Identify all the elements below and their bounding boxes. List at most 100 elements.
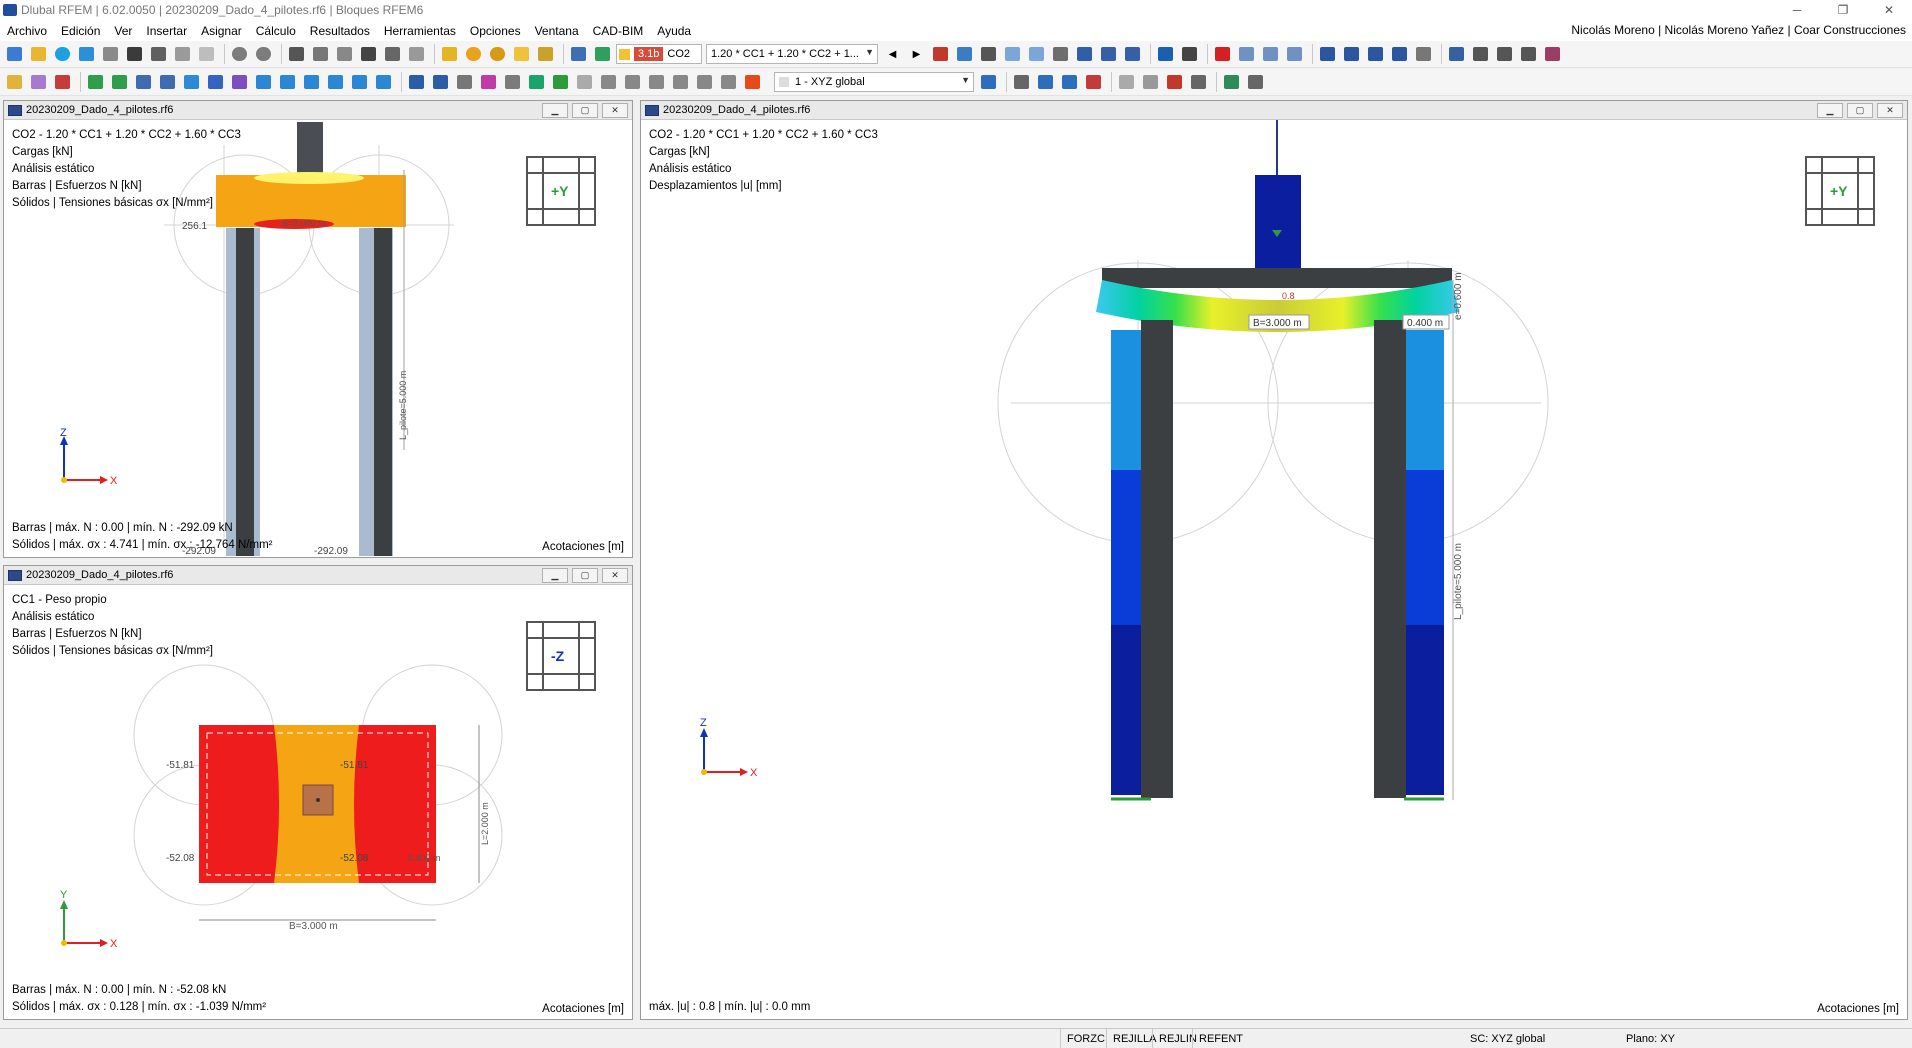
divide-icon[interactable] bbox=[349, 72, 370, 93]
menu-resultados[interactable]: Resultados bbox=[303, 24, 377, 38]
window-icon[interactable] bbox=[1221, 72, 1242, 93]
node-icon[interactable] bbox=[4, 72, 25, 93]
menu-edicion[interactable]: Edición bbox=[54, 24, 107, 38]
surface-icon[interactable] bbox=[181, 72, 202, 93]
load-member-icon[interactable] bbox=[157, 72, 178, 93]
panel-icon[interactable] bbox=[334, 44, 355, 65]
menu-ventana[interactable]: Ventana bbox=[528, 24, 586, 38]
plant-icon[interactable] bbox=[550, 72, 571, 93]
section-insert-icon[interactable] bbox=[253, 72, 274, 93]
camera-icon[interactable] bbox=[1188, 72, 1209, 93]
clip-icon[interactable] bbox=[1179, 44, 1200, 65]
frame-icon[interactable] bbox=[430, 72, 451, 93]
snap-obj-icon[interactable] bbox=[1059, 72, 1080, 93]
menu-herramientas[interactable]: Herramientas bbox=[377, 24, 463, 38]
console-icon[interactable] bbox=[358, 44, 379, 65]
visibility-icon[interactable] bbox=[1098, 44, 1119, 65]
load-icon[interactable] bbox=[463, 44, 484, 65]
panel-minimize-button[interactable]: ▁ bbox=[542, 568, 568, 583]
previous-icon[interactable]: ◀ bbox=[882, 44, 903, 65]
panel-close-button[interactable]: ✕ bbox=[602, 568, 628, 583]
print-report-icon[interactable] bbox=[172, 44, 193, 65]
panel-minimize-button[interactable]: ▁ bbox=[542, 103, 568, 118]
view-cube[interactable]: +Y bbox=[526, 156, 596, 226]
restore-button[interactable]: ❐ bbox=[1820, 0, 1866, 20]
print-icon[interactable] bbox=[148, 44, 169, 65]
open-folder-icon[interactable] bbox=[28, 44, 49, 65]
navigator-icon[interactable] bbox=[286, 44, 307, 65]
values-on-icon[interactable] bbox=[1026, 44, 1047, 65]
table-icon[interactable] bbox=[310, 44, 331, 65]
menu-archivo[interactable]: Archivo bbox=[0, 24, 54, 38]
surface-view-icon[interactable] bbox=[502, 72, 523, 93]
layer-icon[interactable] bbox=[1518, 44, 1539, 65]
report-icon[interactable] bbox=[196, 44, 217, 65]
menu-opciones[interactable]: Opciones bbox=[463, 24, 528, 38]
close-button[interactable]: ✕ bbox=[1866, 0, 1912, 20]
next-icon[interactable]: ▶ bbox=[906, 44, 927, 65]
script-icon[interactable] bbox=[382, 44, 403, 65]
deformation-view-graphic[interactable]: B=3.000 m 0.400 m e=0.600 m L_pilote=5.0… bbox=[641, 120, 1907, 1019]
status-refent[interactable]: REFENT bbox=[1192, 1029, 1249, 1048]
snap-point-icon[interactable] bbox=[1035, 72, 1056, 93]
dim5-icon[interactable] bbox=[694, 72, 715, 93]
menu-cad-bim[interactable]: CAD-BIM bbox=[586, 24, 651, 38]
hinge-icon[interactable] bbox=[109, 72, 130, 93]
calculate-icon[interactable] bbox=[568, 44, 589, 65]
curve-icon[interactable] bbox=[478, 72, 499, 93]
load-node-icon[interactable] bbox=[133, 72, 154, 93]
line-style-icon[interactable] bbox=[1470, 44, 1491, 65]
solid-view-icon[interactable] bbox=[1050, 44, 1071, 65]
label-icon[interactable] bbox=[535, 44, 556, 65]
menu-insertar[interactable]: Insertar bbox=[139, 24, 194, 38]
menu-ayuda[interactable]: Ayuda bbox=[650, 24, 698, 38]
filter-icon[interactable] bbox=[930, 44, 951, 65]
snap-icon[interactable] bbox=[1542, 44, 1563, 65]
coordinate-system-dropdown[interactable]: 1 - XYZ global ▼ bbox=[774, 72, 974, 92]
panel-close-button[interactable]: ✕ bbox=[1877, 103, 1903, 118]
snap-grid-icon[interactable] bbox=[1011, 72, 1032, 93]
scale-icon[interactable] bbox=[373, 72, 394, 93]
new-cs-icon[interactable] bbox=[978, 72, 999, 93]
status-forzc[interactable]: FORZC bbox=[1060, 1029, 1111, 1048]
redo-icon[interactable] bbox=[253, 44, 274, 65]
number-icon[interactable] bbox=[1494, 44, 1515, 65]
member-icon[interactable] bbox=[52, 72, 73, 93]
snap-mid-icon[interactable] bbox=[1083, 72, 1104, 93]
photo-icon[interactable] bbox=[526, 72, 547, 93]
view-cube[interactable]: +Y bbox=[1805, 156, 1875, 226]
link-icon[interactable] bbox=[1116, 72, 1137, 93]
new-model-icon[interactable] bbox=[4, 44, 25, 65]
webservice-icon[interactable] bbox=[76, 44, 97, 65]
cube3-icon[interactable] bbox=[1284, 44, 1305, 65]
close-x-icon[interactable] bbox=[1164, 72, 1185, 93]
result-diagram-icon[interactable] bbox=[954, 44, 975, 65]
results-icon[interactable] bbox=[592, 44, 613, 65]
load-combination-dropdown[interactable]: 1.20 * CC1 + 1.20 * CC2 + 1... ▼ bbox=[706, 44, 878, 64]
dim2-icon[interactable] bbox=[622, 72, 643, 93]
menu-ver[interactable]: Ver bbox=[107, 24, 139, 38]
ruler-icon[interactable] bbox=[439, 44, 460, 65]
cloud-icon[interactable] bbox=[52, 44, 73, 65]
delete-selection-icon[interactable] bbox=[1212, 44, 1233, 65]
display-options-icon[interactable] bbox=[1074, 44, 1095, 65]
dim4-icon[interactable] bbox=[670, 72, 691, 93]
view-deformed-icon[interactable] bbox=[1002, 44, 1023, 65]
undo-icon[interactable] bbox=[229, 44, 250, 65]
grid-icon[interactable] bbox=[454, 72, 475, 93]
dim6-icon[interactable] bbox=[718, 72, 739, 93]
panel-maximize-button[interactable]: ▢ bbox=[572, 568, 598, 583]
cube2-icon[interactable] bbox=[1260, 44, 1281, 65]
save-icon[interactable] bbox=[124, 44, 145, 65]
solid-icon[interactable] bbox=[205, 72, 226, 93]
values-icon[interactable] bbox=[978, 44, 999, 65]
copy-icon[interactable] bbox=[277, 72, 298, 93]
support-icon[interactable] bbox=[85, 72, 106, 93]
menu-calculo[interactable]: Cálculo bbox=[249, 24, 303, 38]
properties-icon[interactable] bbox=[406, 44, 427, 65]
opening-icon[interactable] bbox=[229, 72, 250, 93]
color-scale-icon[interactable] bbox=[742, 72, 763, 93]
panel-maximize-button[interactable]: ▢ bbox=[1847, 103, 1873, 118]
mirror-icon[interactable] bbox=[325, 72, 346, 93]
select-icon[interactable] bbox=[406, 72, 427, 93]
